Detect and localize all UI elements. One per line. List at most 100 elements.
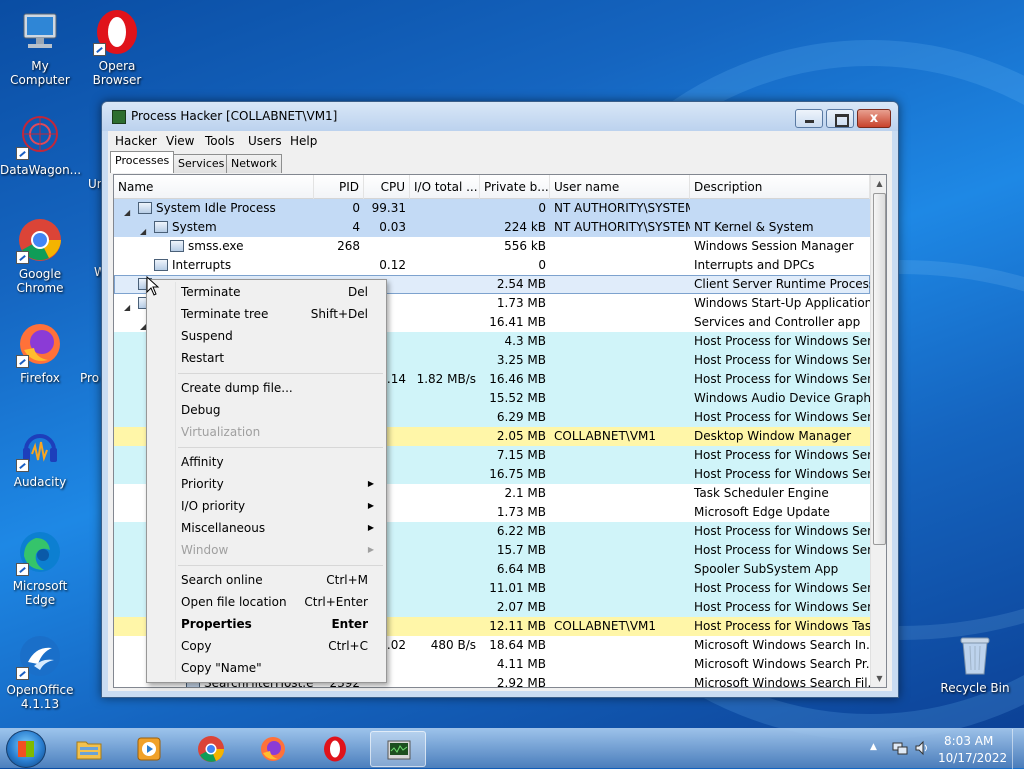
cell-user-name xyxy=(550,541,690,560)
cell-private-bytes: 4.3 MB xyxy=(504,334,546,348)
menu-tools[interactable]: Tools xyxy=(205,134,235,148)
cell-user-name xyxy=(550,465,690,484)
column-description[interactable]: Description xyxy=(690,175,870,199)
cell-user-name xyxy=(550,294,690,313)
cell-name: Interrupts xyxy=(114,256,314,275)
desktop-icon-edge[interactable]: Microsoft Edge xyxy=(0,528,80,607)
datawagon-icon xyxy=(16,112,64,160)
menu-item-label: I/O priority xyxy=(181,499,246,513)
menu-help[interactable]: Help xyxy=(290,134,317,148)
tree-expander-icon[interactable]: ◢ xyxy=(124,203,130,218)
menu-create-dump-file[interactable]: Create dump file... xyxy=(149,377,384,399)
menu-view[interactable]: View xyxy=(166,134,194,148)
chrome-icon xyxy=(198,736,224,762)
menu-separator xyxy=(178,373,383,374)
start-button[interactable] xyxy=(6,730,46,768)
desktop-icon-openoffice[interactable]: OpenOffice 4.1.13 xyxy=(0,632,80,711)
menu-affinity[interactable]: Affinity xyxy=(149,451,384,473)
column-io-total[interactable]: I/O total ... xyxy=(410,175,480,199)
column-private-bytes[interactable]: Private b... xyxy=(480,175,550,199)
desktop-icon-audacity[interactable]: Audacity xyxy=(0,424,80,489)
column-cpu[interactable]: CPU xyxy=(364,175,410,199)
table-row[interactable]: smss.exe 268 556 kB Windows Session Manager xyxy=(114,237,870,256)
menu-priority[interactable]: Priority ▶ xyxy=(149,473,384,495)
menu-io-priority[interactable]: I/O priority ▶ xyxy=(149,495,384,517)
taskbar-opera[interactable] xyxy=(307,731,363,767)
minimize-button[interactable] xyxy=(795,109,823,128)
menu-copy[interactable]: Copy Ctrl+C xyxy=(149,635,384,657)
menu-hacker[interactable]: Hacker xyxy=(115,134,157,148)
context-menu: Terminate Del Terminate tree Shift+Del Suspe… xyxy=(146,279,387,683)
menu-search-online[interactable]: Search online Ctrl+M xyxy=(149,569,384,591)
process-hacker-icon xyxy=(387,740,411,760)
desktop-icon-my-computer[interactable]: My Computer xyxy=(0,8,80,87)
tab-processes[interactable]: Processes xyxy=(110,151,175,173)
vertical-scrollbar[interactable]: ▲ ▼ xyxy=(870,175,886,687)
cell-io-total xyxy=(410,598,480,617)
tree-expander-icon[interactable]: ◢ xyxy=(140,222,146,237)
cell-io-total xyxy=(410,427,480,446)
network-icon[interactable] xyxy=(892,740,908,756)
menu-terminate[interactable]: Terminate Del xyxy=(149,281,384,303)
volume-icon[interactable] xyxy=(914,740,930,756)
tab-network[interactable]: Network xyxy=(226,154,282,173)
table-row[interactable]: ◢ System Idle Process 0 99.31 0 NT AUTHORITY\… xyxy=(114,199,870,218)
menu-debug[interactable]: Debug xyxy=(149,399,384,421)
tree-expander-icon[interactable]: ◢ xyxy=(124,298,130,313)
menu-suspend[interactable]: Suspend xyxy=(149,325,384,347)
cell-io-total xyxy=(410,313,480,332)
menu-item-shortcut: Ctrl+M xyxy=(326,573,368,587)
tab-services[interactable]: Services xyxy=(173,154,230,173)
cell-private-bytes: 224 kB xyxy=(504,220,546,234)
cell-private-bytes: 3.25 MB xyxy=(496,353,546,367)
column-pid[interactable]: PID xyxy=(314,175,364,199)
cell-user-name xyxy=(550,275,690,294)
cell-cpu: 0.12 xyxy=(379,258,406,272)
cell-private-bytes: 556 kB xyxy=(504,239,546,253)
cell-private-bytes: 6.64 MB xyxy=(496,562,546,576)
desktop-icon-label: Audacity xyxy=(13,475,67,489)
menu-separator xyxy=(178,447,383,448)
menu-terminate-tree[interactable]: Terminate tree Shift+Del xyxy=(149,303,384,325)
taskbar-firefox[interactable] xyxy=(245,731,301,767)
menu-open-file-location[interactable]: Open file location Ctrl+Enter xyxy=(149,591,384,613)
column-header: Name PID CPU I/O total ... Private b... … xyxy=(114,175,870,199)
maximize-button[interactable] xyxy=(826,109,854,128)
taskbar-media-player[interactable] xyxy=(121,731,177,767)
menu-restart[interactable]: Restart xyxy=(149,347,384,369)
menu-users[interactable]: Users xyxy=(248,134,282,148)
menu-miscellaneous[interactable]: Miscellaneous ▶ xyxy=(149,517,384,539)
show-desktop-button[interactable] xyxy=(1012,729,1024,769)
scrollbar-thumb[interactable] xyxy=(873,193,886,545)
table-row[interactable]: Interrupts 0.12 0 Interrupts and DPCs xyxy=(114,256,870,275)
table-row[interactable]: ◢ System 4 0.03 224 kB NT AUTHORITY\SYSTEM NT … xyxy=(114,218,870,237)
scroll-up-icon[interactable]: ▲ xyxy=(871,175,886,192)
show-hidden-icons-icon[interactable]: ▲ xyxy=(870,742,877,752)
menu-copy-name[interactable]: Copy "Name" xyxy=(149,657,384,679)
column-name[interactable]: Name xyxy=(114,175,314,199)
process-name: System Idle Process xyxy=(156,201,276,215)
cell-private-bytes: 2.1 MB xyxy=(504,486,546,500)
clock-date[interactable]: 10/17/2022 xyxy=(938,751,1007,765)
desktop-icon-chrome[interactable]: Google Chrome xyxy=(0,216,80,295)
column-user-name[interactable]: User name xyxy=(550,175,690,199)
recycle-bin-icon xyxy=(951,630,999,678)
menu-item-label: Affinity xyxy=(181,455,224,469)
window-titlebar[interactable]: Process Hacker [COLLABNET\VM1] x xyxy=(102,102,898,131)
taskbar-chrome[interactable] xyxy=(183,731,239,767)
desktop-icon-opera[interactable]: Opera Browser xyxy=(77,8,157,87)
menu-item-shortcut: Ctrl+C xyxy=(328,639,368,653)
desktop-icon-label: OpenOffice 4.1.13 xyxy=(6,683,74,711)
taskbar-file-explorer[interactable] xyxy=(61,731,117,767)
menu-properties[interactable]: Properties Enter xyxy=(149,613,384,635)
cell-private-bytes: 2.05 MB xyxy=(496,429,546,443)
clock-time[interactable]: 8:03 AM xyxy=(944,734,993,748)
desktop-icon-partial-pro[interactable]: Pro xyxy=(56,371,106,385)
desktop-icon-datawagon[interactable]: DataWagon... xyxy=(0,112,81,177)
close-button[interactable]: x xyxy=(857,109,891,128)
taskbar-process-hacker[interactable] xyxy=(370,731,426,767)
desktop-icon-partial-w[interactable]: W xyxy=(56,265,106,279)
desktop-icon-recycle-bin[interactable]: Recycle Bin xyxy=(935,630,1015,695)
scroll-down-icon[interactable]: ▼ xyxy=(871,670,886,687)
desktop-icon-partial-ur[interactable]: Ur xyxy=(56,177,106,191)
